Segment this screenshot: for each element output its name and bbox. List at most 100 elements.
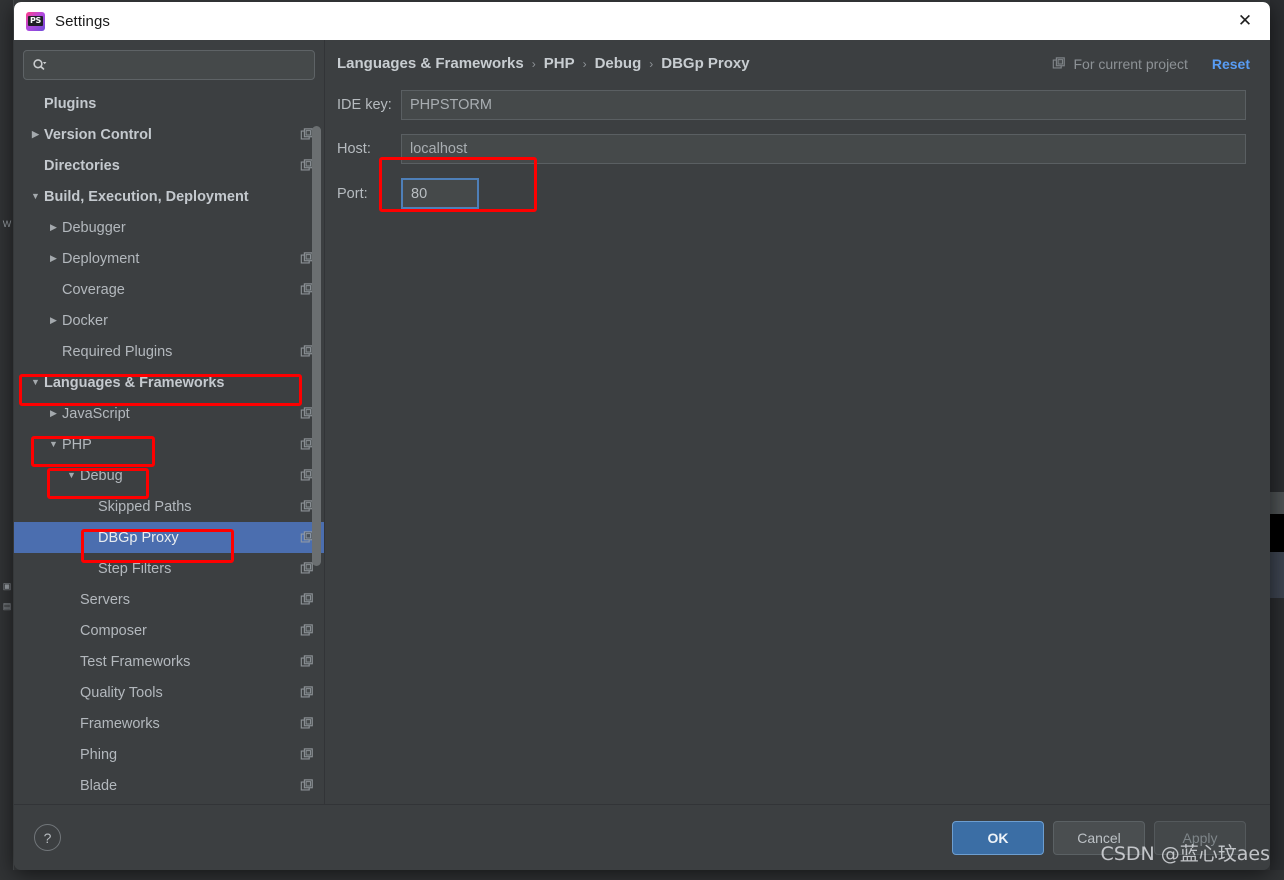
sidebar-item-label: Test Frameworks	[80, 653, 191, 670]
scope-note-label: For current project	[1073, 55, 1188, 72]
sidebar-item-required-plugins[interactable]: Required Plugins	[14, 336, 324, 367]
help-icon[interactable]: ?	[34, 824, 61, 851]
chevron-down-icon	[42, 61, 47, 64]
dialog-title: Settings	[55, 12, 110, 30]
settings-tree: Plugins ▶ Version Control Directories ▼ Build…	[14, 88, 324, 804]
breadcrumb-item[interactable]: Languages & Frameworks	[337, 55, 524, 72]
sidebar-item-docker[interactable]: ▶ Docker	[14, 305, 324, 336]
search-box[interactable]	[23, 50, 315, 80]
sidebar-item-dbgp-proxy[interactable]: DBGp Proxy	[14, 522, 324, 553]
sidebar-item-plugins[interactable]: Plugins	[14, 88, 324, 119]
sidebar-item-test-frameworks[interactable]: Test Frameworks	[14, 646, 324, 677]
chevron-down-icon[interactable]: ▼	[63, 471, 80, 480]
project-scope-icon	[300, 778, 313, 791]
ide-right-edge-strip	[1270, 0, 1284, 880]
breadcrumb: Languages & Frameworks › PHP › Debug › DBGp Pr…	[337, 55, 750, 72]
sidebar-item-coverage[interactable]: Coverage	[14, 274, 324, 305]
host-input[interactable]	[401, 134, 1246, 164]
sidebar-item-label: Required Plugins	[62, 343, 173, 360]
chevron-down-icon[interactable]: ▼	[27, 378, 44, 387]
reset-link[interactable]: Reset	[1212, 56, 1250, 72]
breadcrumb-item[interactable]: Debug	[595, 55, 642, 72]
chevron-down-icon[interactable]: ▼	[45, 440, 62, 449]
ide-right-seg-blue	[1270, 552, 1284, 598]
project-scope-icon	[300, 716, 313, 729]
dialog-body: Plugins ▶ Version Control Directories ▼ Build…	[14, 40, 1270, 804]
content-header: Languages & Frameworks › PHP › Debug › DBGp Pr…	[325, 40, 1270, 82]
breadcrumb-item[interactable]: DBGp Proxy	[661, 55, 749, 72]
project-scope-icon	[300, 623, 313, 636]
sidebar-item-label: Debugger	[62, 219, 126, 236]
ide-key-input[interactable]	[401, 90, 1246, 120]
sidebar-item-composer[interactable]: Composer	[14, 615, 324, 646]
ok-button[interactable]: OK	[952, 820, 1044, 855]
chevron-right-icon[interactable]: ▶	[27, 130, 44, 139]
chevron-right-icon[interactable]: ▶	[45, 409, 62, 418]
chevron-right-icon[interactable]: ▶	[45, 223, 62, 232]
phpstorm-logo-text: PS	[27, 16, 44, 26]
search-input[interactable]	[52, 57, 306, 73]
sidebar-item-label: Directories	[44, 157, 120, 174]
sidebar-item-label: Quality Tools	[80, 684, 163, 701]
ide-strip-label-a: W	[2, 219, 12, 229]
dbgp-proxy-form: IDE key: Host: Port:	[325, 82, 1270, 804]
sidebar-item-label: Composer	[80, 622, 147, 639]
breadcrumb-separator: ›	[531, 57, 536, 71]
sidebar-item-build-execution-deployment[interactable]: ▼ Build, Execution, Deployment	[14, 181, 324, 212]
ide-strip-icon-a: ▣	[2, 581, 12, 591]
breadcrumb-item[interactable]: PHP	[544, 55, 575, 72]
port-label: Port:	[337, 185, 368, 202]
search-icon	[33, 58, 47, 70]
sidebar-scrollbar-thumb[interactable]	[312, 126, 321, 566]
sidebar-item-languages-frameworks[interactable]: ▼ Languages & Frameworks	[14, 367, 324, 398]
sidebar-item-skipped-paths[interactable]: Skipped Paths	[14, 491, 324, 522]
ide-right-seg-scroll	[1270, 492, 1284, 514]
project-scope-icon	[300, 685, 313, 698]
chevron-right-icon[interactable]: ▶	[45, 254, 62, 263]
sidebar-item-label: Servers	[80, 591, 130, 608]
sidebar-item-quality-tools[interactable]: Quality Tools	[14, 677, 324, 708]
project-scope-icon	[300, 747, 313, 760]
settings-dialog: PS Settings ✕ Plugins ▶ Version Control Dir…	[14, 2, 1270, 870]
apply-button[interactable]: Apply	[1154, 820, 1246, 855]
sidebar-item-label: Languages & Frameworks	[44, 374, 225, 391]
settings-content-pane: Languages & Frameworks › PHP › Debug › DBGp Pr…	[325, 40, 1270, 804]
close-icon[interactable]: ✕	[1224, 4, 1266, 38]
cancel-button[interactable]: Cancel	[1053, 820, 1145, 855]
sidebar-item-servers[interactable]: Servers	[14, 584, 324, 615]
chevron-right-icon[interactable]: ▶	[45, 316, 62, 325]
sidebar-item-deployment[interactable]: ▶ Deployment	[14, 243, 324, 274]
sidebar-item-step-filters[interactable]: Step Filters	[14, 553, 324, 584]
project-scope-icon	[1053, 56, 1066, 69]
settings-sidebar: Plugins ▶ Version Control Directories ▼ Build…	[14, 40, 325, 804]
sidebar-item-label: Skipped Paths	[98, 498, 192, 515]
sidebar-item-label: PHP	[62, 436, 92, 453]
form-row-ide-key: IDE key:	[337, 90, 1246, 120]
sidebar-item-debug[interactable]: ▼ Debug	[14, 460, 324, 491]
sidebar-item-label: Step Filters	[98, 560, 172, 577]
sidebar-item-blade[interactable]: Blade	[14, 770, 324, 801]
sidebar-item-php[interactable]: ▼ PHP	[14, 429, 324, 460]
dialog-title-bar: PS Settings ✕	[14, 2, 1270, 40]
sidebar-item-label: Frameworks	[80, 715, 160, 732]
ide-left-toolwindow-strip: W ▣ ▤	[0, 0, 14, 880]
sidebar-item-label: JavaScript	[62, 405, 130, 422]
sidebar-item-phing[interactable]: Phing	[14, 739, 324, 770]
sidebar-item-label: DBGp Proxy	[98, 529, 179, 546]
sidebar-item-label: Blade	[80, 777, 118, 794]
ide-right-seg-bottom	[1270, 598, 1284, 880]
ide-right-seg-dark	[1270, 514, 1284, 552]
sidebar-item-directories[interactable]: Directories	[14, 150, 324, 181]
sidebar-item-label: Build, Execution, Deployment	[44, 188, 249, 205]
project-scope-icon	[300, 654, 313, 667]
sidebar-item-javascript[interactable]: ▶ JavaScript	[14, 398, 324, 429]
sidebar-item-frameworks[interactable]: Frameworks	[14, 708, 324, 739]
port-input[interactable]	[401, 178, 479, 209]
sidebar-item-version-control[interactable]: ▶ Version Control	[14, 119, 324, 150]
project-scope-icon	[300, 592, 313, 605]
ide-key-label: IDE key:	[337, 97, 392, 113]
sidebar-item-label: Deployment	[62, 250, 140, 267]
chevron-down-icon[interactable]: ▼	[27, 192, 44, 201]
sidebar-item-debugger[interactable]: ▶ Debugger	[14, 212, 324, 243]
sidebar-item-label: Version Control	[44, 126, 152, 143]
